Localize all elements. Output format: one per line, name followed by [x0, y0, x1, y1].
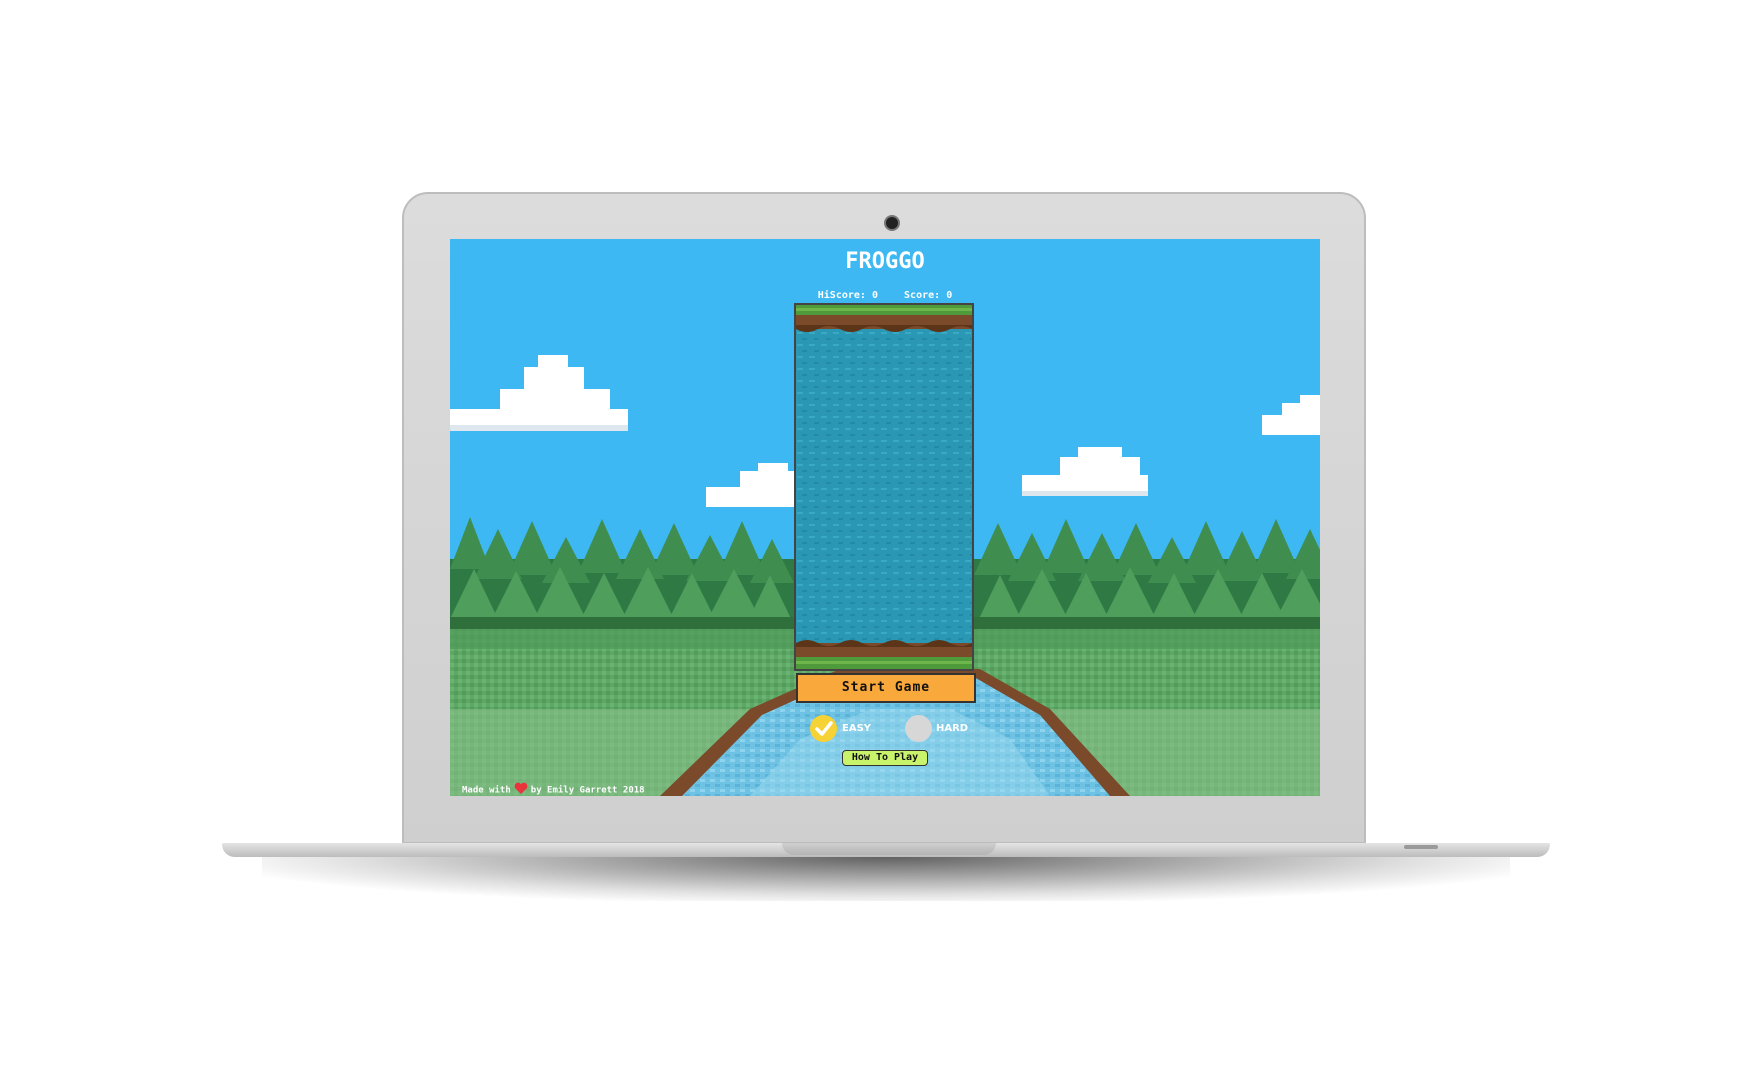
footer-author: by Emily Garrett 2018: [530, 785, 645, 796]
hiscore-label: HiScore:: [817, 290, 866, 301]
footer-credit: Made with by Emily Garrett 2018: [462, 782, 645, 796]
laptop-shadow: [262, 857, 1510, 901]
how-to-play-button[interactable]: How To Play: [842, 750, 928, 766]
checkmark-icon: [815, 721, 833, 736]
webcam: [884, 215, 900, 231]
hard-label: HARD: [936, 723, 969, 734]
easy-label: EASY: [842, 723, 872, 734]
start-game-button[interactable]: Start Game: [796, 673, 976, 703]
board-canvas: [796, 305, 972, 669]
difficulty-selector: EASY HARD: [450, 715, 1320, 745]
game-board[interactable]: [794, 303, 974, 671]
laptop-base-notch: [782, 843, 996, 855]
heart-icon: [514, 782, 528, 796]
score-bar: HiScore: 0 Score: 0: [450, 290, 1320, 301]
score-label: Score:: [904, 290, 941, 301]
game-screen: FROGGO HiScore: 0 Score: 0 Start Game EA…: [450, 239, 1320, 796]
score-display: Score: 0: [904, 290, 952, 301]
laptop-indicator-light: [1404, 845, 1438, 849]
hiscore-value: 0: [871, 290, 878, 301]
game-title: FROGGO: [845, 249, 925, 274]
hiscore-display: HiScore: 0: [818, 290, 878, 301]
hard-radio[interactable]: [905, 715, 932, 742]
score-value: 0: [946, 290, 953, 301]
footer-made-with: Made with: [462, 785, 511, 796]
easy-radio[interactable]: [810, 715, 837, 742]
